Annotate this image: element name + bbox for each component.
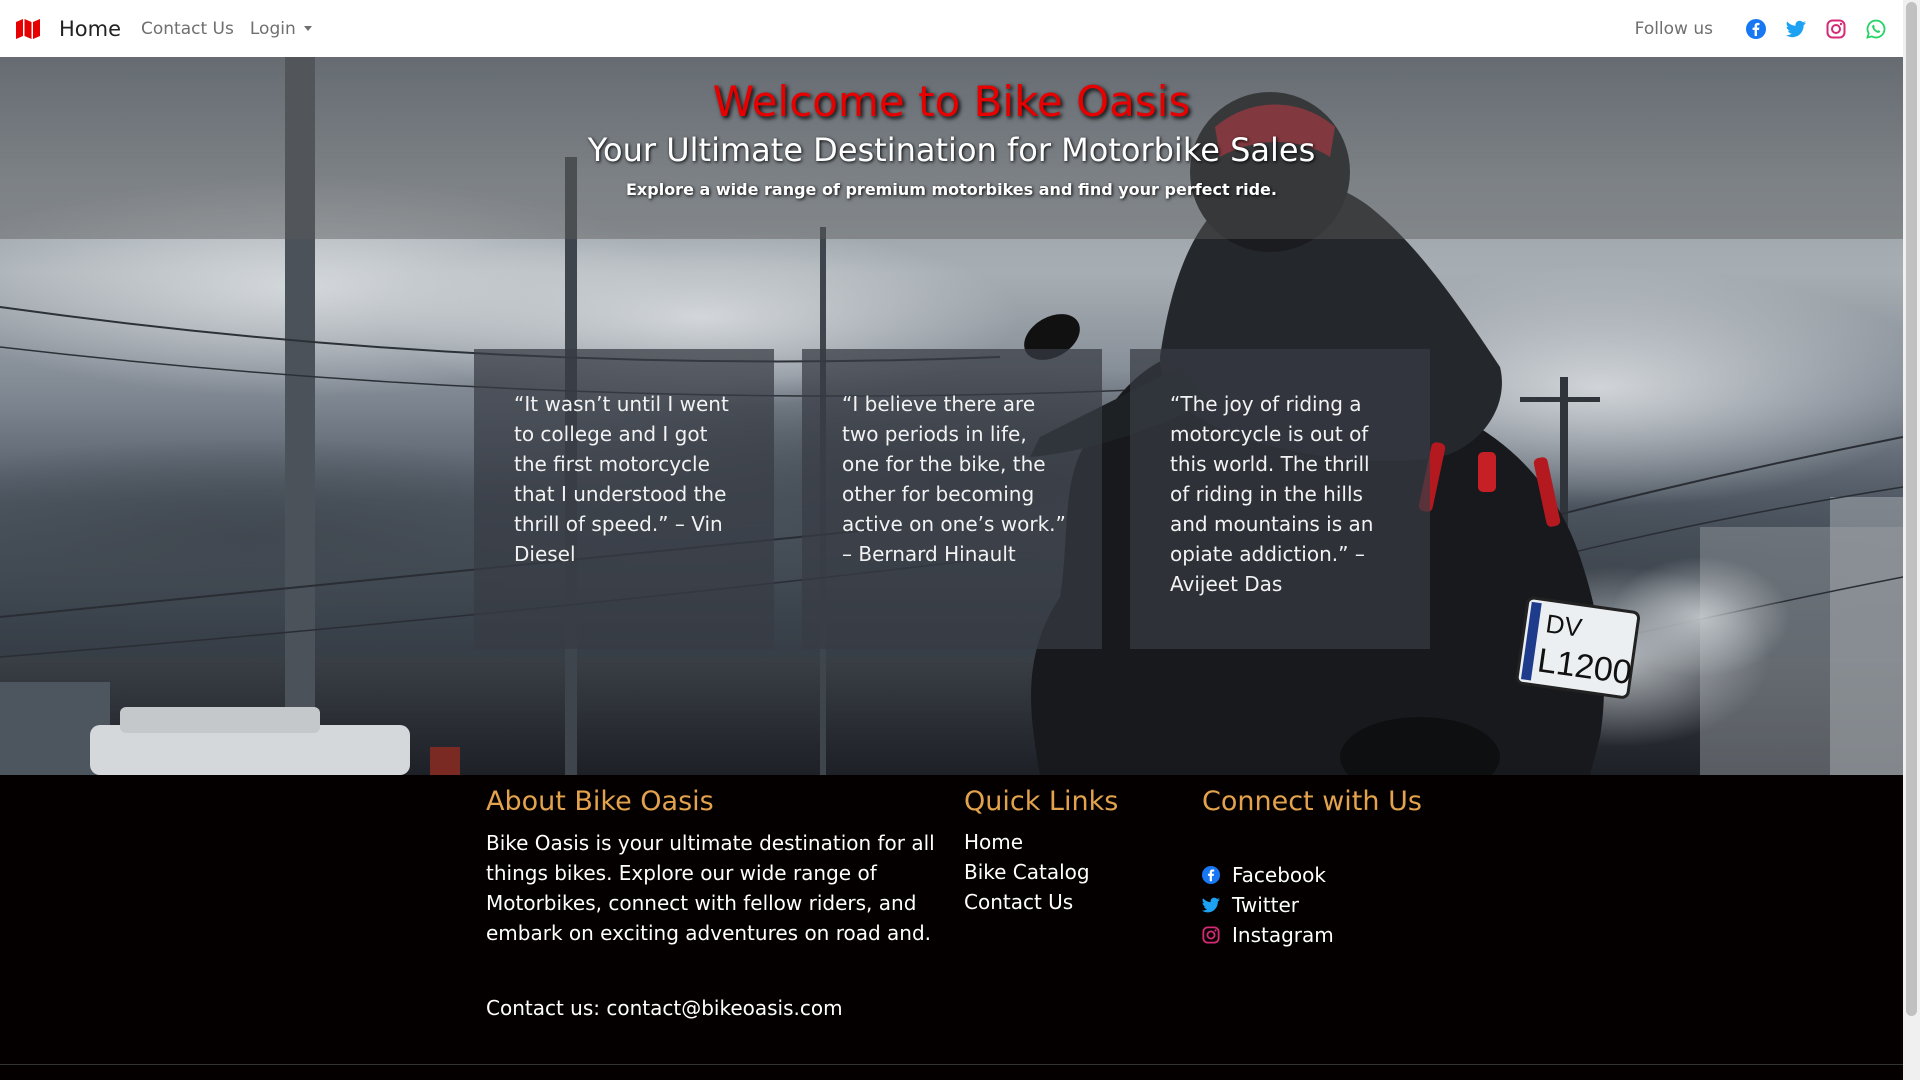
- whatsapp-icon[interactable]: [1865, 18, 1887, 40]
- follow-us-group: Follow us: [1635, 18, 1887, 40]
- facebook-icon: [1202, 866, 1220, 884]
- map-icon: [16, 18, 40, 39]
- instagram-icon[interactable]: [1825, 18, 1847, 40]
- footer-instagram-link[interactable]: Instagram: [1202, 923, 1334, 947]
- footer-divider: [0, 1064, 1903, 1065]
- instagram-icon: [1202, 926, 1220, 944]
- hero-subtitle: Your Ultimate Destination for Motorbike …: [587, 131, 1316, 169]
- hero-tagline: Explore a wide range of premium motorbik…: [626, 180, 1277, 199]
- top-navbar: Home Contact Us Login Follow us: [0, 0, 1903, 57]
- twitter-icon[interactable]: [1785, 18, 1807, 40]
- footer-link-bike-catalog[interactable]: Bike Catalog: [964, 860, 1090, 884]
- quote-card: “The joy of riding a motorcycle is out o…: [1130, 349, 1430, 649]
- twitter-label: Twitter: [1232, 893, 1300, 917]
- brand-home-link[interactable]: Home: [16, 17, 121, 41]
- footer-facebook-link[interactable]: Facebook: [1202, 863, 1326, 887]
- svg-text:DV: DV: [1544, 608, 1585, 643]
- about-text: Bike Oasis is your ultimate destination …: [486, 831, 935, 945]
- instagram-label: Instagram: [1232, 923, 1334, 947]
- quick-links-heading: Quick Links: [964, 786, 1119, 817]
- quote-card: “I believe there are two periods in life…: [802, 349, 1102, 649]
- about-heading: About Bike Oasis: [486, 786, 714, 817]
- quote-text: “The joy of riding a motorcycle is out o…: [1170, 392, 1374, 596]
- twitter-icon: [1202, 897, 1220, 913]
- nav-login-dropdown[interactable]: Login: [250, 19, 312, 39]
- footer-link-contact-us[interactable]: Contact Us: [964, 890, 1073, 914]
- footer-twitter-link[interactable]: Twitter: [1202, 893, 1299, 917]
- quote-card: “It wasn’t until I went to college and I…: [474, 349, 774, 649]
- scrollbar-thumb[interactable]: [1906, 2, 1917, 1016]
- connect-heading: Connect with Us: [1202, 786, 1422, 817]
- quote-text: “It wasn’t until I went to college and I…: [514, 392, 729, 566]
- site-footer: About Bike Oasis Bike Oasis is your ulti…: [0, 775, 1903, 1080]
- brand-home-label: Home: [59, 16, 122, 41]
- footer-link-home[interactable]: Home: [964, 830, 1023, 854]
- nav-contact-us[interactable]: Contact Us: [141, 19, 234, 39]
- hero-banner: Welcome to Bike Oasis Your Ultimate Dest…: [0, 57, 1903, 239]
- quote-text: “I believe there are two periods in life…: [842, 392, 1066, 566]
- page-scrollbar[interactable]: [1903, 0, 1920, 1080]
- facebook-label: Facebook: [1232, 863, 1326, 887]
- follow-us-label: Follow us: [1634, 18, 1713, 39]
- hero-title: Welcome to Bike Oasis: [712, 77, 1191, 126]
- facebook-icon[interactable]: [1745, 18, 1767, 40]
- hero-section: DV L1200 Welcome to Bike Oasis Your Ulti…: [0, 57, 1903, 775]
- contact-email-text: Contact us: contact@bikeoasis.com: [486, 996, 843, 1020]
